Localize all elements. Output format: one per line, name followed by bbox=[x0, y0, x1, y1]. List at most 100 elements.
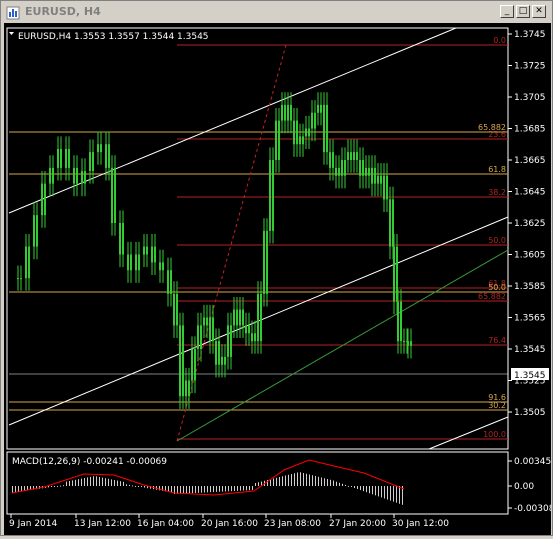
price-tick-label: 1.3545 bbox=[514, 345, 546, 355]
macd-bar bbox=[357, 486, 358, 490]
candle-body bbox=[57, 148, 59, 168]
candle-body bbox=[173, 293, 175, 326]
macd-bar bbox=[12, 486, 13, 493]
trend-channels bbox=[8, 27, 509, 450]
macd-bar bbox=[399, 486, 400, 504]
macd-bar bbox=[234, 486, 235, 491]
candle-body bbox=[356, 152, 358, 160]
price-tick-label: 1.3665 bbox=[514, 156, 546, 166]
candle-body bbox=[151, 246, 153, 263]
macd-bar bbox=[321, 477, 322, 486]
candle-body bbox=[206, 317, 208, 326]
candle-body bbox=[269, 160, 271, 231]
candle-body bbox=[371, 167, 373, 184]
candle-body bbox=[293, 120, 295, 145]
title-bar[interactable]: EURUSD, H4 _ □ ✕ bbox=[3, 3, 550, 21]
macd-bar bbox=[192, 486, 193, 494]
macd-bar bbox=[354, 486, 355, 488]
minimize-button[interactable]: _ bbox=[500, 5, 514, 18]
candle-body bbox=[317, 104, 319, 113]
candle-body bbox=[60, 148, 62, 168]
candle-body bbox=[65, 148, 67, 168]
macd-bar bbox=[90, 476, 91, 486]
candle-body bbox=[281, 104, 283, 121]
candles bbox=[17, 92, 412, 409]
macd-bar bbox=[213, 486, 214, 493]
macd-bar bbox=[258, 482, 259, 486]
macd-bar bbox=[240, 486, 241, 491]
minimize-icon: _ bbox=[504, 6, 510, 16]
window-title: EURUSD, H4 bbox=[25, 5, 101, 18]
macd-bar bbox=[345, 484, 346, 486]
macd-bar bbox=[351, 486, 352, 487]
candle-body bbox=[100, 144, 102, 153]
macd-bar bbox=[312, 475, 313, 486]
macd-bar bbox=[378, 486, 379, 497]
candle-body bbox=[397, 301, 399, 342]
candle-body bbox=[197, 325, 199, 349]
candle-body bbox=[284, 104, 286, 121]
candle-body bbox=[68, 148, 70, 168]
macd-bar bbox=[171, 486, 172, 493]
candle-body bbox=[191, 349, 193, 381]
macd-tick-label: -0.00308 bbox=[514, 504, 551, 514]
candle-body bbox=[221, 356, 223, 365]
price-tick-label: 1.3625 bbox=[514, 219, 546, 229]
fib-expansion-label: 91.6 bbox=[488, 393, 506, 402]
price-tick-label: 1.3605 bbox=[514, 251, 546, 261]
candle-body bbox=[257, 293, 259, 342]
chart-svg[interactable]: 0.023.638.250.061.876.4100.065.88261.850… bbox=[4, 23, 553, 535]
candle-body bbox=[36, 215, 38, 247]
macd-bar bbox=[186, 486, 187, 494]
candle-body bbox=[389, 199, 391, 247]
candle-body bbox=[108, 144, 110, 168]
chart-area[interactable]: 0.0 23.6 38.2 50.0 61.8 76.4 100.0 65.882 61.8 50… bbox=[4, 23, 553, 535]
candle-body bbox=[176, 293, 178, 326]
macd-bar bbox=[87, 477, 88, 486]
candle-body bbox=[311, 112, 313, 129]
candle-body bbox=[92, 152, 94, 172]
candle-body bbox=[248, 325, 250, 334]
candle-body bbox=[350, 152, 352, 160]
maximize-button[interactable]: □ bbox=[516, 5, 530, 18]
candle-body bbox=[338, 167, 340, 176]
chart-header-label: EURUSD,H4 1.3553 1.3557 1.3544 1.3545 bbox=[18, 32, 209, 42]
candle-body bbox=[233, 309, 235, 326]
macd-bar bbox=[63, 485, 64, 487]
candle-body bbox=[25, 246, 27, 279]
candle-body bbox=[138, 254, 140, 271]
macd-bar bbox=[96, 476, 97, 486]
macd-bar bbox=[309, 474, 310, 486]
candle-body bbox=[377, 175, 379, 184]
macd-bar bbox=[132, 485, 133, 487]
candle-body bbox=[224, 356, 226, 365]
macd-bar bbox=[375, 486, 376, 496]
macd-bar bbox=[216, 486, 217, 492]
macd-bar bbox=[117, 480, 118, 486]
macd-bar bbox=[384, 486, 385, 499]
time-tick-label: 23 Jan 08:00 bbox=[264, 519, 321, 529]
candle-body bbox=[215, 341, 217, 365]
candle-body bbox=[359, 160, 361, 176]
candle-body bbox=[182, 325, 184, 397]
macd-bar bbox=[144, 486, 145, 488]
candle-body bbox=[320, 104, 322, 113]
macd-bar bbox=[303, 473, 304, 486]
time-tick-label: 16 Jan 04:00 bbox=[137, 519, 194, 529]
close-button[interactable]: ✕ bbox=[532, 5, 546, 18]
upper-channel-line bbox=[8, 27, 457, 214]
macd-bar bbox=[393, 486, 394, 502]
candle-body bbox=[314, 112, 316, 129]
candle-body bbox=[114, 167, 116, 223]
maximize-icon: □ bbox=[518, 6, 528, 16]
time-tick-label: 13 Jan 12:00 bbox=[74, 519, 131, 529]
candle-body bbox=[105, 144, 107, 168]
macd-bar bbox=[273, 478, 274, 486]
candle-body bbox=[403, 341, 405, 343]
candle-body bbox=[167, 270, 169, 294]
macd-bar bbox=[18, 486, 19, 492]
candle-body bbox=[89, 152, 91, 172]
macd-bar bbox=[288, 474, 289, 486]
macd-bar bbox=[360, 486, 361, 491]
candle-body bbox=[84, 171, 86, 184]
